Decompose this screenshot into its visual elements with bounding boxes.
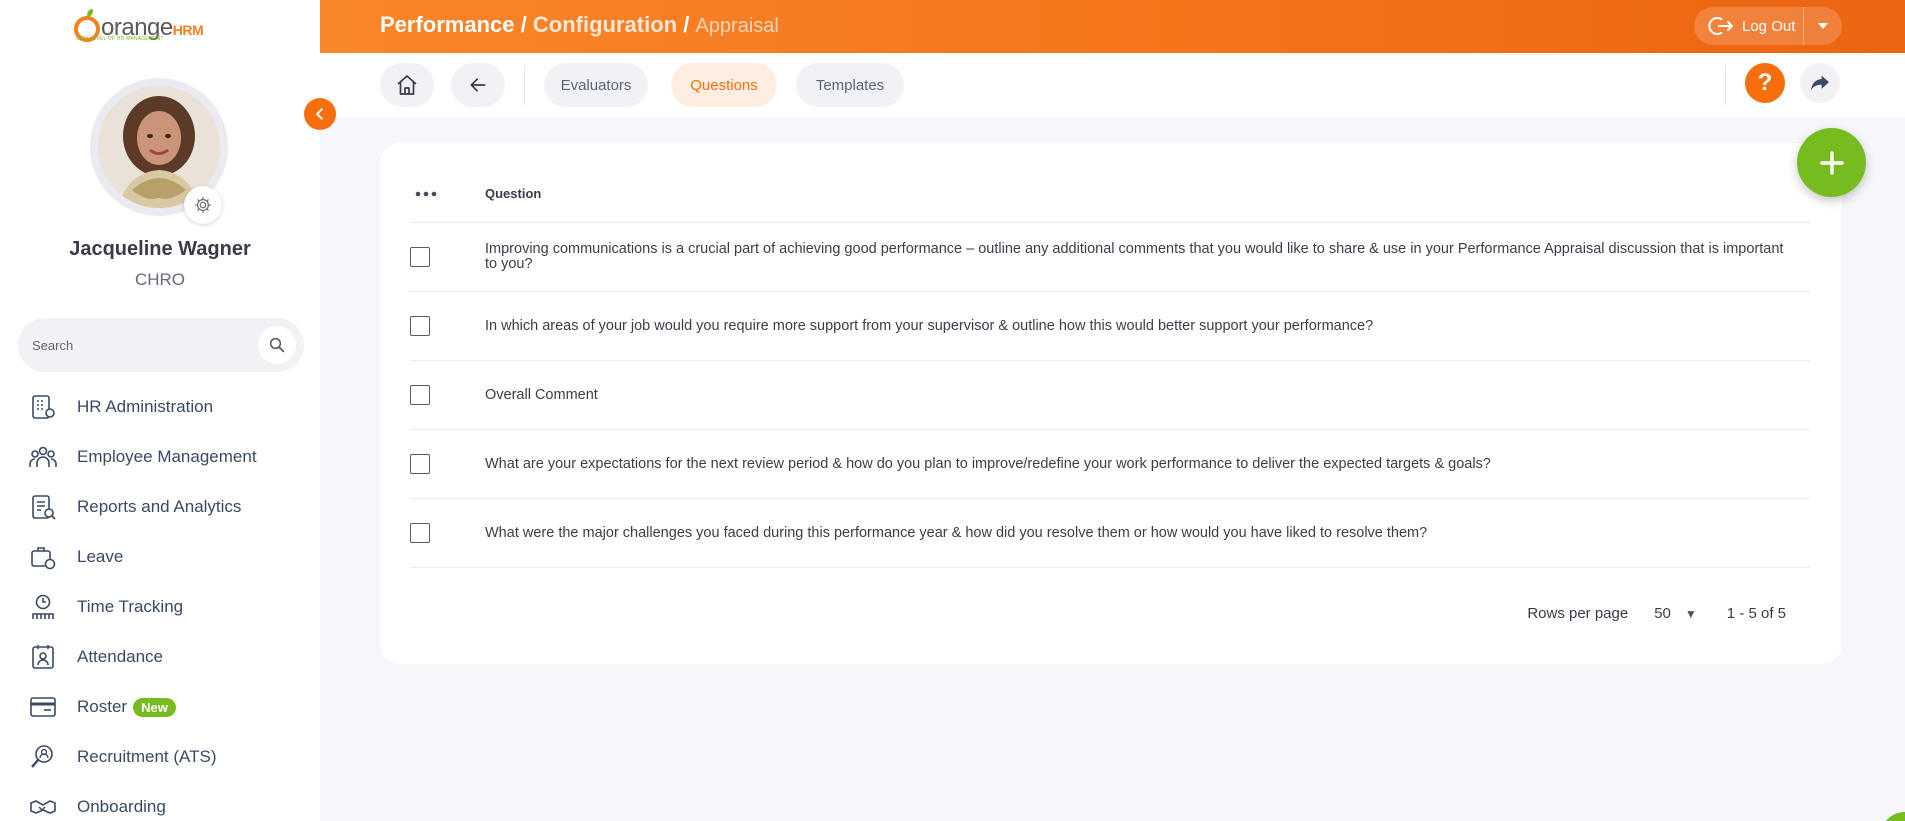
- time-tracking-icon: [28, 592, 58, 622]
- plus-icon: [1819, 150, 1844, 175]
- row-checkbox[interactable]: [410, 385, 430, 405]
- question-mark-icon: ?: [1757, 69, 1773, 96]
- breadcrumb-module[interactable]: Performance: [380, 12, 515, 37]
- sidebar-item-time-tracking[interactable]: Time Tracking: [0, 582, 320, 632]
- questions-card: Question Improving communications is a c…: [380, 143, 1842, 664]
- questions-table: Question Improving communications is a c…: [410, 165, 1810, 568]
- user-menu-dropdown[interactable]: [1804, 22, 1842, 30]
- sidebar-search: [18, 318, 304, 372]
- collapse-sidebar-button[interactable]: [304, 98, 336, 130]
- sidebar-item-label: Onboarding: [77, 797, 166, 816]
- breadcrumb: Performance / Configuration / Appraisal: [380, 12, 779, 38]
- employees-icon: [28, 442, 58, 472]
- sidebar-item-label: Attendance: [77, 647, 164, 666]
- sidebar-item-attendance[interactable]: Attendance: [0, 632, 320, 682]
- top-header: Performance / Configuration / Appraisal …: [320, 0, 1905, 53]
- sidebar-item-recruitment[interactable]: Recruitment (ATS): [0, 732, 320, 782]
- breadcrumb-section[interactable]: Configuration: [533, 12, 677, 37]
- search-input[interactable]: [32, 332, 252, 358]
- rows-per-page-select[interactable]: 50 ▼: [1654, 605, 1697, 622]
- sidebar-item-label: Leave: [77, 547, 124, 566]
- table-row[interactable]: In which areas of your job would you req…: [410, 292, 1810, 361]
- share-arrow-icon: [1811, 75, 1829, 91]
- sidebar-item-leave[interactable]: Leave: [0, 532, 320, 582]
- row-checkbox[interactable]: [410, 523, 430, 543]
- user-name: Jacqueline Wagner: [69, 238, 251, 260]
- help-button[interactable]: ?: [1745, 63, 1785, 103]
- breadcrumb-separator: /: [683, 12, 690, 37]
- sidebar-item-label: Recruitment (ATS): [77, 747, 217, 766]
- home-button[interactable]: [380, 63, 434, 107]
- profile-settings-button[interactable]: [184, 186, 222, 224]
- chevron-left-icon: [316, 108, 323, 120]
- gear-icon: [195, 197, 211, 213]
- arrow-left-icon: [470, 78, 486, 92]
- logout-icon: [1708, 17, 1733, 35]
- question-text: In which areas of your job would you req…: [485, 317, 1374, 334]
- search-icon: [269, 337, 285, 353]
- table-row[interactable]: Improving communications is a crucial pa…: [410, 223, 1810, 292]
- question-text: What were the major challenges you faced…: [485, 524, 1428, 541]
- reports-icon: [28, 492, 58, 522]
- sidebar-item-employee-management[interactable]: Employee Management: [0, 432, 320, 482]
- chat-widget-button[interactable]: [1880, 812, 1905, 821]
- sidebar-item-label: Employee Management: [77, 447, 257, 466]
- more-horizontal-icon: [415, 191, 437, 196]
- pagination: Rows per page 50 ▼ 1 - 5 of 5: [1527, 605, 1786, 622]
- logo-hrm: HRM: [172, 22, 204, 38]
- hr-admin-icon: [28, 392, 58, 422]
- sidebar-item-roster[interactable]: Roster New: [0, 682, 320, 732]
- logout-group: Log Out: [1694, 7, 1842, 45]
- toolbar-divider: [1725, 65, 1726, 105]
- table-options-button[interactable]: [410, 191, 485, 197]
- tab-templates[interactable]: Templates: [796, 63, 904, 107]
- row-checkbox[interactable]: [410, 454, 430, 474]
- roster-icon: [28, 692, 58, 722]
- table-row[interactable]: What are your expectations for the next …: [410, 430, 1810, 499]
- sidebar: orangeHRM NEW LEVEL OF HR MANAGEMENT Jac…: [0, 0, 320, 821]
- rows-per-page-value: 50: [1654, 605, 1671, 622]
- pagination-range: 1 - 5 of 5: [1726, 605, 1786, 622]
- share-button[interactable]: [1800, 63, 1840, 103]
- new-badge: New: [133, 697, 176, 717]
- row-checkbox[interactable]: [410, 247, 430, 267]
- question-text: Improving communications is a crucial pa…: [485, 241, 1784, 272]
- recruitment-icon: [28, 742, 58, 772]
- column-header-question[interactable]: Question: [485, 186, 541, 201]
- leave-icon: [28, 542, 58, 572]
- logout-label: Log Out: [1742, 17, 1796, 35]
- table-row[interactable]: Overall Comment: [410, 361, 1810, 430]
- sidebar-item-hr-administration[interactable]: HR Administration: [0, 382, 320, 432]
- sidebar-item-reports-and-analytics[interactable]: Reports and Analytics: [0, 482, 320, 532]
- rows-per-page-label: Rows per page: [1527, 605, 1629, 622]
- user-role: CHRO: [134, 270, 186, 289]
- search-button[interactable]: [258, 326, 296, 364]
- attendance-icon: [28, 642, 58, 672]
- row-checkbox[interactable]: [410, 316, 430, 336]
- tab-questions[interactable]: Questions: [671, 63, 777, 107]
- sub-toolbar: Evaluators Questions Templates ?: [320, 53, 1905, 117]
- question-text: Overall Comment: [485, 386, 598, 403]
- sidebar-item-onboarding[interactable]: Onboarding: [0, 782, 320, 821]
- onboarding-icon: [28, 792, 58, 821]
- caret-down-icon: [1818, 23, 1828, 29]
- add-question-button[interactable]: [1797, 128, 1866, 197]
- table-row[interactable]: What were the major challenges you faced…: [410, 499, 1810, 568]
- breadcrumb-separator: /: [520, 12, 527, 37]
- sidebar-item-label: Reports and Analytics: [77, 497, 242, 516]
- breadcrumb-page: Appraisal: [695, 15, 779, 37]
- sidebar-item-label: Roster: [77, 697, 128, 716]
- logout-button[interactable]: Log Out: [1694, 7, 1804, 45]
- caret-down-icon: ▼: [1684, 606, 1697, 621]
- home-icon: [397, 75, 417, 95]
- logo-tagline: NEW LEVEL OF HR MANAGEMENT: [76, 36, 164, 42]
- sidebar-item-label: HR Administration: [77, 397, 214, 416]
- sidebar-menu: HR Administration Employee Management Re…: [0, 382, 320, 821]
- sidebar-item-label: Time Tracking: [77, 597, 184, 616]
- question-text: What are your expectations for the next …: [485, 455, 1491, 472]
- table-header: Question: [410, 165, 1810, 223]
- back-button[interactable]: [451, 63, 505, 107]
- tab-evaluators[interactable]: Evaluators: [544, 63, 648, 107]
- toolbar-divider: [524, 65, 525, 105]
